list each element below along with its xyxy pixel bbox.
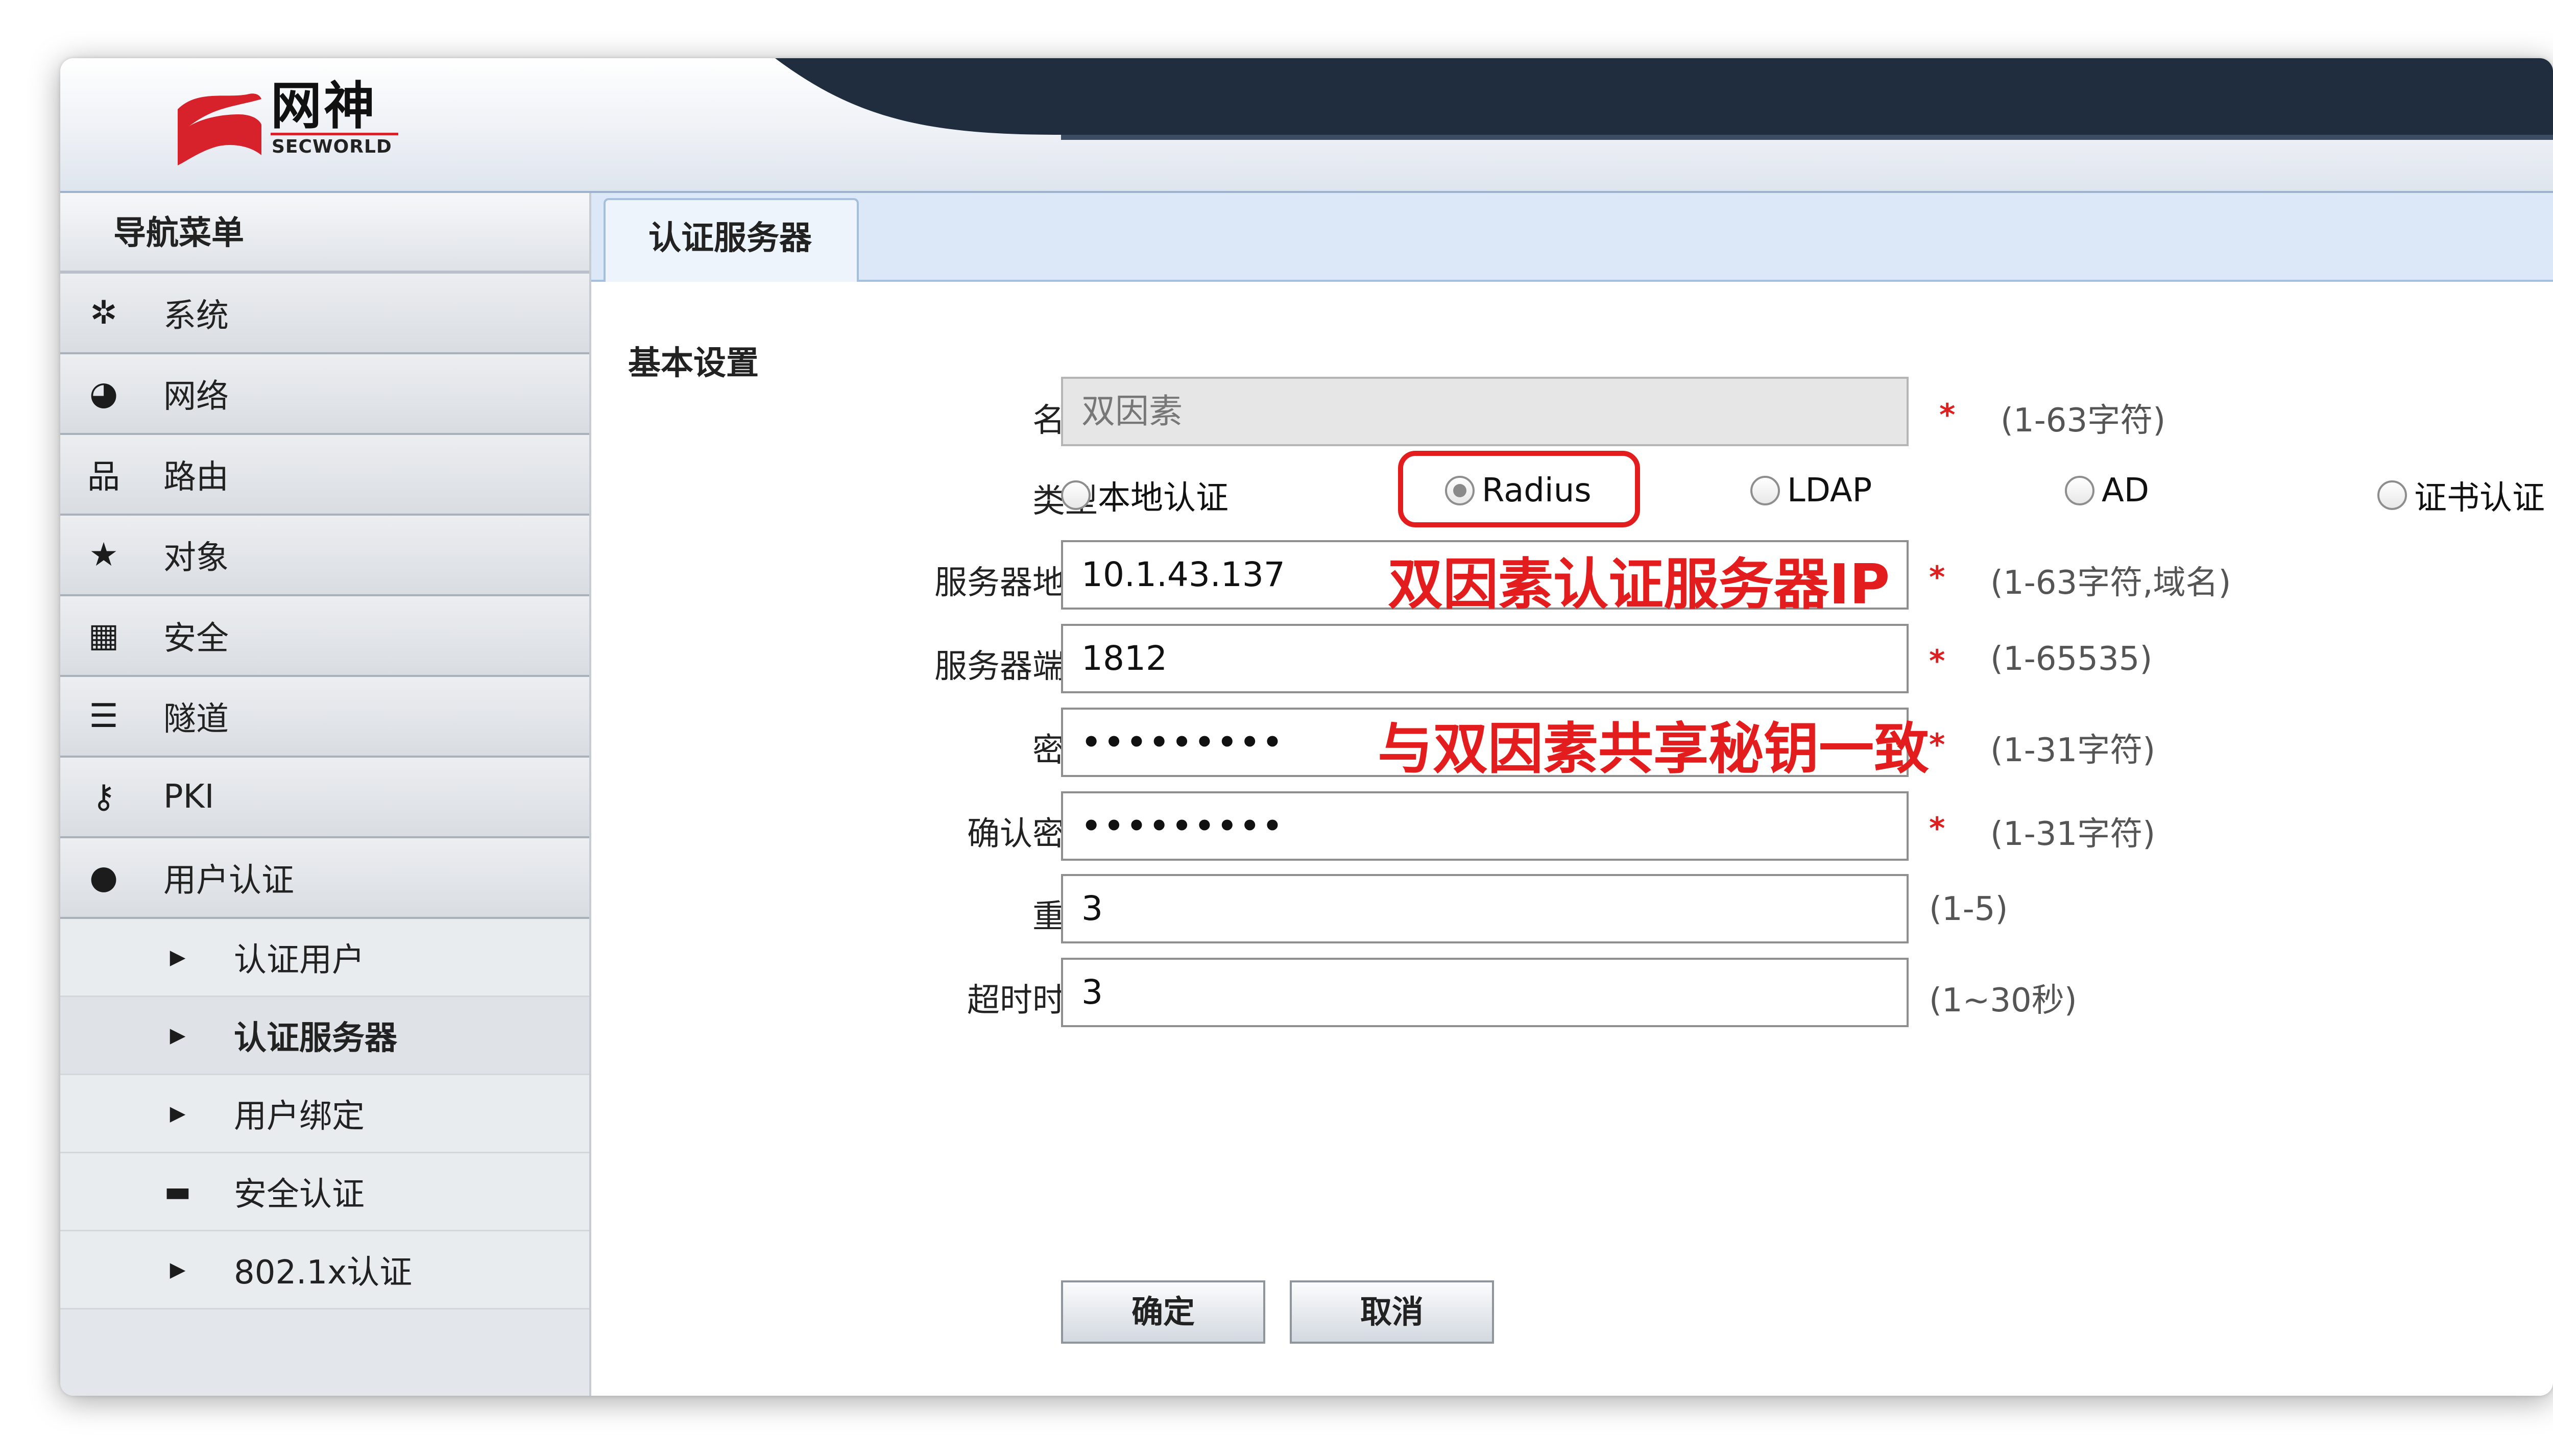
retry-field[interactable]: 3 xyxy=(1061,874,1909,943)
radio-label: 本地认证 xyxy=(1098,479,1229,517)
sidebar-subitem-label: 认证服务器 xyxy=(234,1020,397,1057)
radius-highlight-circle xyxy=(1398,451,1640,527)
required-marker: * xyxy=(1929,811,1945,846)
name-label: 名称 xyxy=(796,394,1098,441)
sidebar-subitem-auth-users[interactable]: ▶ 认证用户 xyxy=(60,919,589,997)
sidebar-item-label: 对象 xyxy=(163,539,229,577)
triangle-right-icon: ▶ xyxy=(170,945,186,969)
server-ip-annotation: 双因素认证服务器IP xyxy=(1388,553,1890,617)
secret-label: 密钥 xyxy=(796,724,1098,771)
sidebar-item-security[interactable]: ▦ 安全 xyxy=(60,596,589,677)
logo-text: 网神 xyxy=(271,76,377,136)
sidebar-item-label: 路由 xyxy=(163,458,229,496)
secret-hint: (1-31字符) xyxy=(1990,732,2156,769)
type-label: 类型 xyxy=(796,475,1098,522)
sidebar-item-tunnel[interactable]: ☰ 隧道 xyxy=(60,677,589,758)
sidebar-item-label: 网络 xyxy=(163,378,229,416)
sidebar-subitem-user-binding[interactable]: ▶ 用户绑定 xyxy=(60,1075,589,1153)
triangle-right-icon: ▶ xyxy=(170,1102,186,1125)
sidebar-subitem-label: 认证用户 xyxy=(234,941,365,979)
user-icon: ● xyxy=(89,859,118,896)
app-window: 网神 SECWORLD 导航菜单 ✲ 系统 ◕ 网络 品 路由 ★ 对象 ▦ 安… xyxy=(60,58,2553,1396)
sidebar-item-user-auth[interactable]: ● 用户认证 xyxy=(60,838,589,919)
header-wave-decoration xyxy=(775,58,2553,140)
retry-hint: (1-5) xyxy=(1929,890,2008,928)
server-port-hint: (1-65535) xyxy=(1990,640,2153,678)
cancel-button[interactable]: 取消 xyxy=(1290,1280,1494,1344)
sidebar-subitem-auth-server[interactable]: ▶ 认证服务器 xyxy=(60,997,589,1075)
sidebar-item-routing[interactable]: 品 路由 xyxy=(60,435,589,516)
radio-label: AD xyxy=(2102,472,2150,509)
server-port-label: 服务器端口 xyxy=(934,648,1098,686)
radio-ldap[interactable]: LDAP xyxy=(1750,472,1872,509)
key-icon: ⚷ xyxy=(91,778,116,816)
gear-icon: ✲ xyxy=(90,294,117,332)
timeout-field[interactable]: 3 xyxy=(1061,958,1909,1027)
name-field[interactable]: 双因素 xyxy=(1061,377,1909,446)
sidebar-item-network[interactable]: ◕ 网络 xyxy=(60,354,589,435)
radio-ad[interactable]: AD xyxy=(2065,472,2149,509)
radio-button-icon xyxy=(2065,476,2094,505)
sidebar-item-label: 系统 xyxy=(163,297,229,335)
triangle-right-icon: ▶ xyxy=(170,1024,186,1047)
required-marker: * xyxy=(1929,727,1945,763)
network-tree-icon: 品 xyxy=(87,458,120,496)
server-port-field[interactable]: 1812 xyxy=(1061,624,1909,693)
server-address-hint: (1-63字符,域名) xyxy=(1990,564,2231,602)
sidebar-subitem-secure-auth[interactable]: ▬ 安全认证 xyxy=(60,1153,589,1231)
logo-underline xyxy=(271,133,398,135)
confirm-secret-label: 确认密钥 xyxy=(967,815,1098,853)
sidebar-item-objects[interactable]: ★ 对象 xyxy=(60,516,589,596)
tab-auth-server[interactable]: 认证服务器 xyxy=(604,198,859,282)
name-hint: (1-63字符) xyxy=(2001,402,2166,440)
radio-button-icon xyxy=(2377,480,2407,510)
triangle-right-icon: ▶ xyxy=(170,1258,186,1281)
confirm-secret-field[interactable]: ••••••••• xyxy=(1061,791,1909,861)
app-header: 网神 SECWORLD xyxy=(60,58,2553,193)
confirm-secret-hint: (1-31字符) xyxy=(1990,815,2156,853)
sidebar-item-label: 安全 xyxy=(163,620,229,658)
sidebar-item-label: PKI xyxy=(163,778,214,816)
required-marker: * xyxy=(1929,560,1945,595)
sidebar-item-label: 隧道 xyxy=(163,700,229,738)
navigation-sidebar: 导航菜单 ✲ 系统 ◕ 网络 品 路由 ★ 对象 ▦ 安全 ☰ 隧道 ⚷ PKI xyxy=(60,193,591,1396)
sidebar-item-system[interactable]: ✲ 系统 xyxy=(60,274,589,354)
secret-annotation: 与双因素共享秘钥一致 xyxy=(1378,717,1930,781)
radio-button-icon xyxy=(1061,480,1091,510)
nav-menu-title: 导航菜单 xyxy=(60,193,589,274)
timeout-label: 超时时间 xyxy=(967,982,1098,1020)
sidebar-subitem-label: 802.1x认证 xyxy=(234,1254,413,1292)
tunnel-icon: ☰ xyxy=(89,697,118,735)
retry-label: 重试 xyxy=(796,890,1098,937)
radio-label: LDAP xyxy=(1787,472,1872,509)
main-content: 认证服务器 基本设置 名称 双因素 * (1-63字符) 类型 本地认证 Rad… xyxy=(591,193,2553,1396)
star-icon: ★ xyxy=(89,536,118,574)
section-title: 基本设置 xyxy=(628,345,759,382)
grid-icon: ▦ xyxy=(88,617,119,654)
required-marker: * xyxy=(1929,643,1945,679)
radio-label: 证书认证 xyxy=(2414,479,2545,517)
radio-local-auth[interactable]: 本地认证 xyxy=(1061,472,1229,519)
sidebar-item-pki[interactable]: ⚷ PKI xyxy=(60,758,589,838)
server-address-label: 服务器地址 xyxy=(934,564,1098,602)
required-marker: * xyxy=(1939,397,1956,433)
tab-bar: 认证服务器 xyxy=(591,193,2553,282)
radio-certificate-auth[interactable]: 证书认证 xyxy=(2377,472,2545,519)
globe-icon: ◕ xyxy=(89,375,118,412)
ok-button[interactable]: 确定 xyxy=(1061,1280,1265,1344)
timeout-hint: (1~30秒) xyxy=(1929,982,2077,1020)
folder-icon: ▬ xyxy=(164,1175,191,1208)
logo-subtitle: SECWORLD xyxy=(272,136,392,157)
sidebar-subitem-label: 安全认证 xyxy=(234,1176,365,1214)
sidebar-subitem-8021x-auth[interactable]: ▶ 802.1x认证 xyxy=(60,1231,589,1309)
radio-button-icon xyxy=(1750,476,1780,505)
sidebar-item-label: 用户认证 xyxy=(163,862,294,900)
sidebar-subitem-label: 用户绑定 xyxy=(234,1098,365,1135)
